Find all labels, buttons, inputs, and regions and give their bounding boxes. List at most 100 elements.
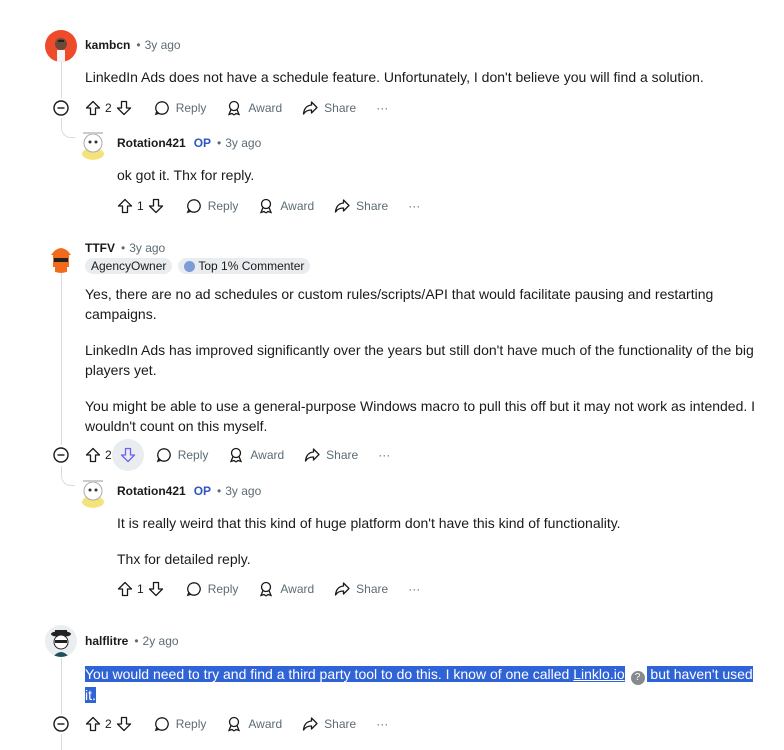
more-options-button[interactable]: ···: [376, 101, 388, 115]
award-icon: [228, 716, 241, 732]
selected-text: but haven't used: [646, 666, 753, 682]
comment-body: LinkedIn Ads does not have a schedule fe…: [85, 67, 765, 87]
comment-meta: TTFV • 3y ago: [85, 241, 165, 255]
award-label: Award: [280, 582, 315, 596]
share-button[interactable]: Share: [334, 198, 388, 214]
award-label: Award: [248, 717, 283, 731]
share-label: Share: [324, 101, 357, 115]
award-button[interactable]: Award: [226, 716, 282, 732]
avatar[interactable]: [45, 625, 77, 657]
more-options-button[interactable]: ···: [378, 448, 390, 462]
downvote-icon[interactable]: [116, 716, 132, 732]
comment-text: ok got it. Thx for reply.: [117, 167, 255, 183]
linklo-link[interactable]: Linklo.io: [573, 666, 624, 682]
comment-actions: 1 Reply Award Share ···: [117, 573, 440, 605]
upvote-icon[interactable]: [85, 716, 101, 732]
reply-label: Reply: [177, 448, 209, 462]
collapse-icon[interactable]: [53, 447, 69, 463]
comment-body: It is really weird that this kind of hug…: [117, 513, 757, 569]
upvote-icon[interactable]: [85, 100, 101, 116]
comment-body: Yes, there are no ad schedules or custom…: [85, 284, 767, 436]
comment-meta: Rotation421 OP • 3y ago: [117, 484, 261, 498]
award-button[interactable]: Award: [228, 447, 284, 463]
award-button[interactable]: Award: [258, 198, 314, 214]
thread-elbow: [61, 124, 75, 138]
avatar[interactable]: [77, 476, 109, 508]
user-flairs: AgencyOwner Top 1% Commenter: [85, 258, 311, 274]
reply-button[interactable]: Reply: [186, 581, 238, 597]
help-icon[interactable]: ?: [630, 671, 645, 685]
award-button[interactable]: Award: [258, 581, 314, 597]
share-label: Share: [324, 717, 357, 731]
award-label: Award: [280, 199, 315, 213]
upvote-icon[interactable]: [85, 447, 101, 463]
comment-paragraph: It is really weird that this kind of hug…: [117, 515, 621, 531]
user-flair: AgencyOwner: [85, 258, 173, 274]
comment-meta: kambcn • 3y ago: [85, 38, 181, 52]
author-name[interactable]: TTFV: [85, 241, 115, 255]
timestamp[interactable]: 2y ago: [143, 634, 179, 648]
vote-count: 2: [105, 448, 112, 462]
collapse-icon[interactable]: [53, 716, 69, 732]
separator-dot: •: [134, 634, 139, 648]
downvote-icon[interactable]: [148, 581, 164, 597]
more-icon: ···: [408, 582, 421, 596]
comment-paragraph: Thx for detailed reply.: [117, 551, 251, 567]
share-button[interactable]: Share: [304, 447, 358, 463]
author-name[interactable]: kambcn: [85, 38, 130, 52]
comment-body: ok got it. Thx for reply.: [117, 165, 757, 185]
share-button[interactable]: Share: [302, 716, 356, 732]
vote-group: 1: [117, 581, 164, 597]
top-commenter-flair: Top 1% Commenter: [178, 258, 311, 274]
author-name[interactable]: Rotation421: [117, 484, 186, 498]
timestamp[interactable]: 3y ago: [145, 38, 181, 52]
award-icon: [230, 447, 243, 463]
more-options-button[interactable]: ···: [376, 717, 388, 731]
share-button[interactable]: Share: [302, 100, 356, 116]
vote-group: 2: [85, 716, 132, 732]
top-commenter-icon: [184, 260, 196, 272]
thread-line: [61, 62, 62, 98]
reply-button[interactable]: Reply: [154, 716, 207, 732]
more-options-button[interactable]: ···: [408, 582, 420, 596]
share-button[interactable]: Share: [334, 581, 388, 597]
comment-paragraph: LinkedIn Ads has improved significantly …: [85, 342, 754, 378]
reply-button[interactable]: Reply: [156, 447, 209, 463]
timestamp[interactable]: 3y ago: [225, 484, 261, 498]
award-label: Award: [248, 101, 283, 115]
vote-count: 2: [105, 101, 112, 115]
author-name[interactable]: halflitre: [85, 634, 128, 648]
separator-dot: •: [136, 38, 141, 52]
comment-paragraph: You might be able to use a general-purpo…: [85, 398, 756, 434]
timestamp[interactable]: 3y ago: [129, 241, 165, 255]
more-options-button[interactable]: ···: [408, 199, 420, 213]
downvote-icon: [120, 447, 135, 463]
reply-button[interactable]: Reply: [154, 100, 206, 116]
comment-actions: 2 Reply Award Share ···: [85, 439, 410, 471]
upvote-icon[interactable]: [117, 581, 133, 597]
avatar[interactable]: [45, 241, 77, 273]
op-badge: OP: [193, 136, 212, 150]
award-icon: [260, 581, 273, 597]
downvote-icon[interactable]: [116, 100, 132, 116]
reply-label: Reply: [175, 717, 207, 731]
downvote-hover[interactable]: [111, 439, 144, 471]
reply-button[interactable]: Reply: [186, 198, 238, 214]
avatar[interactable]: [77, 128, 109, 160]
thread-line: [61, 658, 62, 714]
comment-text: You would need to try and find a third p…: [85, 664, 767, 705]
avatar[interactable]: [45, 30, 77, 62]
op-badge: OP: [193, 484, 212, 498]
comment-meta: halflitre • 2y ago: [85, 634, 179, 648]
downvote-icon[interactable]: [148, 198, 164, 214]
upvote-icon[interactable]: [117, 198, 133, 214]
vote-count: 2: [105, 717, 112, 731]
reply-icon: [186, 582, 201, 597]
author-name[interactable]: Rotation421: [117, 136, 186, 150]
comment-paragraph: Yes, there are no ad schedules or custom…: [85, 286, 714, 322]
vote-group: 1: [117, 198, 164, 214]
award-button[interactable]: Award: [226, 100, 282, 116]
collapse-icon[interactable]: [53, 100, 69, 116]
timestamp[interactable]: 3y ago: [225, 136, 261, 150]
share-label: Share: [356, 582, 389, 596]
